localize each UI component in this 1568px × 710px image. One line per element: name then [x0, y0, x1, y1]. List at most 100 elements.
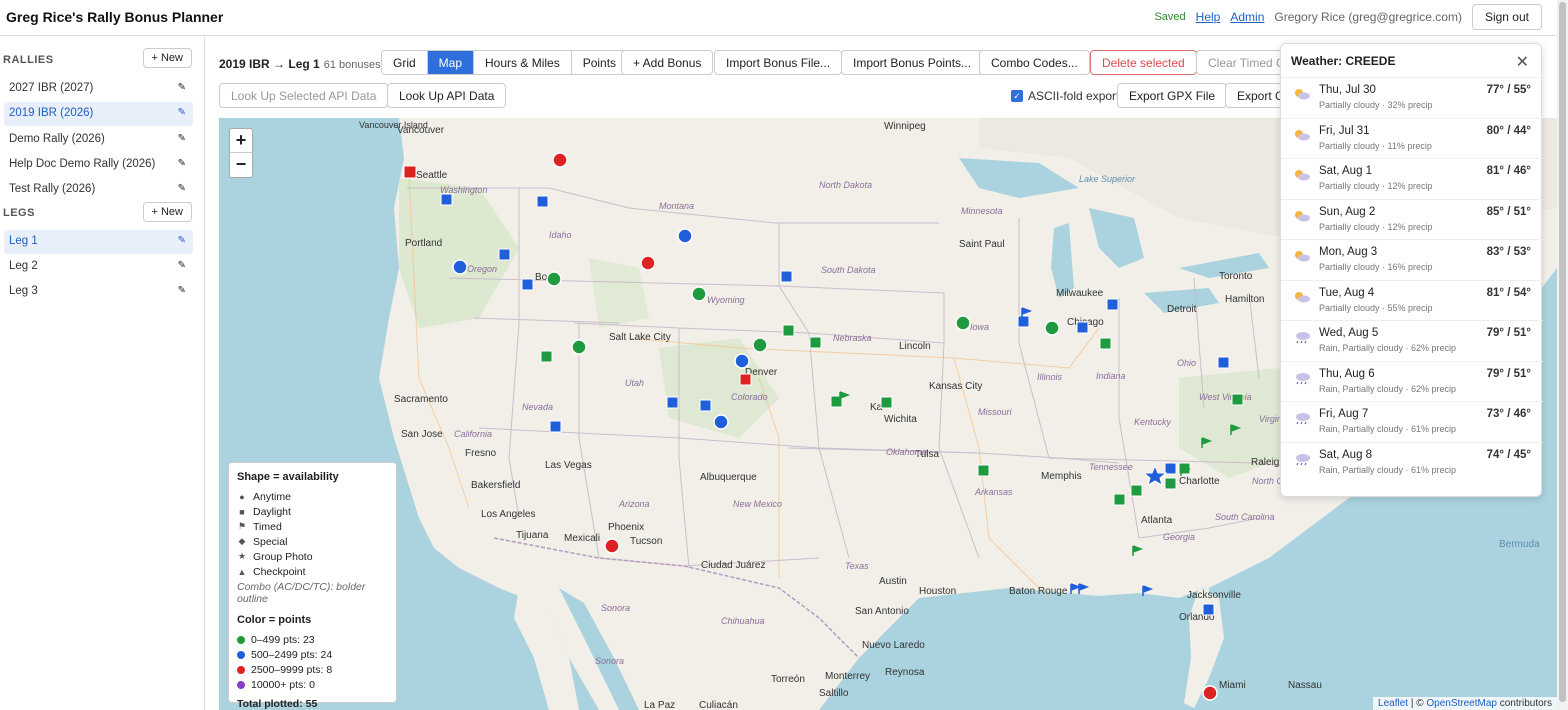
- leg-item[interactable]: Leg 3 ✎: [4, 280, 193, 304]
- app-title: Greg Rice's Rally Bonus Planner: [6, 9, 224, 25]
- rally-item[interactable]: Demo Rally (2026) ✎: [4, 128, 193, 152]
- pencil-icon[interactable]: ✎: [178, 82, 186, 93]
- flag-icon: ⚑: [237, 521, 247, 531]
- weather-day-row: Sun, Aug 2 Partially cloudy · 12% precip 8…: [1281, 198, 1543, 239]
- legend-shape-row: ▲ Checkpoint: [237, 564, 388, 579]
- rally-item-active[interactable]: 2019 IBR (2026) ✎: [4, 102, 193, 126]
- pencil-icon[interactable]: ✎: [178, 158, 186, 169]
- weather-day-row: Fri, Jul 31 Partially cloudy · 11% precip…: [1281, 117, 1543, 158]
- bonus-count: 61 bonuses: [323, 59, 381, 71]
- legend-shape-label: Anytime: [253, 490, 291, 503]
- partly-cloudy-icon: [1295, 210, 1310, 221]
- leaflet-link[interactable]: Leaflet: [1378, 698, 1408, 709]
- rain-icon: [1296, 372, 1310, 384]
- leg-item-label: Leg 2: [9, 260, 38, 272]
- osm-link[interactable]: OpenStreetMap: [1426, 698, 1497, 709]
- ascii-fold-toggle[interactable]: ✓ ASCII-fold export: [1011, 89, 1119, 103]
- bonus-marker: [540, 350, 553, 363]
- bonus-marker: [1044, 320, 1060, 336]
- circle-icon: ●: [239, 491, 245, 502]
- legend-shape-row: ★ Group Photo: [237, 549, 388, 564]
- pencil-icon[interactable]: ✎: [178, 133, 186, 144]
- bonus-marker: [552, 152, 568, 168]
- import-bonus-file-button[interactable]: Import Bonus File...: [714, 50, 843, 75]
- bonus-marker: [713, 414, 729, 430]
- bonus-marker: [977, 464, 990, 477]
- breadcrumb-text: 2019 IBR → Leg 1: [219, 57, 320, 71]
- partly-cloudy-icon: [1295, 291, 1310, 302]
- pencil-icon[interactable]: ✎: [178, 183, 186, 194]
- legend-shape-label: Special: [253, 535, 288, 548]
- rally-item[interactable]: 2027 IBR (2027) ✎: [4, 77, 193, 101]
- bonus-marker: [1130, 484, 1143, 497]
- bonus-marker: [780, 270, 793, 283]
- pencil-icon[interactable]: ✎: [178, 235, 186, 246]
- legend-shape-row: ⚑ Timed: [237, 519, 388, 534]
- weather-day: Fri, Aug 7: [1319, 408, 1369, 420]
- rain-icon: [1296, 413, 1310, 425]
- weather-day-row: Wed, Aug 5 Rain, Partially cloudy · 62% p…: [1281, 320, 1543, 360]
- zoom-out-button[interactable]: −: [230, 153, 252, 177]
- export-gpx-button[interactable]: Export GPX File: [1117, 83, 1228, 108]
- legend-color-row: 10000+ pts: 0: [237, 677, 388, 692]
- rally-item[interactable]: Help Doc Demo Rally (2026) ✎: [4, 153, 193, 177]
- rain-icon: [1296, 332, 1310, 344]
- zoom-in-button[interactable]: +: [230, 129, 252, 153]
- tab-grid[interactable]: Grid: [382, 51, 428, 74]
- legend-color-label: 500–2499 pts: 24: [251, 648, 333, 661]
- weather-temp: 74° / 45°: [1486, 448, 1531, 461]
- zoom-control: + −: [229, 128, 253, 178]
- admin-link[interactable]: Admin: [1230, 10, 1264, 24]
- pencil-icon[interactable]: ✎: [178, 107, 186, 118]
- bonus-marker: [440, 193, 453, 206]
- legend-color-label: 2500–9999 pts: 8: [251, 663, 333, 676]
- checkbox-checked-icon[interactable]: ✓: [1011, 90, 1023, 102]
- scrollbar-thumb[interactable]: [1559, 2, 1566, 702]
- weather-title: Weather: CREEDE: [1291, 54, 1396, 68]
- weather-day: Wed, Aug 5: [1319, 327, 1379, 339]
- page-scrollbar[interactable]: [1557, 0, 1568, 710]
- tab-hours-miles[interactable]: Hours & Miles: [474, 51, 572, 74]
- import-bonus-points-button[interactable]: Import Bonus Points...: [841, 50, 984, 75]
- weather-temp: 83° / 53°: [1486, 246, 1531, 258]
- bonus-marker: [1230, 424, 1242, 435]
- weather-condition: Rain, Partially cloudy · 62% precip: [1319, 383, 1457, 394]
- bonus-marker: [699, 399, 712, 412]
- leg-item[interactable]: Leg 2 ✎: [4, 255, 193, 279]
- rally-item-label: Help Doc Demo Rally (2026): [9, 158, 156, 170]
- add-bonus-button[interactable]: + Add Bonus: [621, 50, 714, 75]
- clear-timed-button[interactable]: Clear Timed Co: [1196, 50, 1280, 75]
- new-leg-button[interactable]: + New: [142, 202, 192, 222]
- pencil-icon[interactable]: ✎: [178, 260, 186, 271]
- leg-item-active[interactable]: Leg 1 ✎: [4, 230, 193, 254]
- pencil-icon[interactable]: ✎: [178, 285, 186, 296]
- leg-item-label: Leg 1: [9, 235, 38, 247]
- export-g-button[interactable]: Export G: [1225, 83, 1280, 108]
- tab-map[interactable]: Map: [427, 51, 475, 74]
- new-rally-button[interactable]: + New: [142, 48, 192, 68]
- close-icon[interactable]: ✕: [1516, 52, 1529, 72]
- weather-day-row: Tue, Aug 4 Partially cloudy · 55% precip 8…: [1281, 279, 1543, 320]
- weather-condition: Rain, Partially cloudy · 61% precip: [1319, 464, 1457, 475]
- sidebar: RALLIES + New 2027 IBR (2027) ✎ 2019 IBR…: [0, 37, 205, 710]
- tab-points[interactable]: Points: [571, 51, 628, 74]
- legend-color-label: 10000+ pts: 0: [251, 678, 315, 691]
- sign-out-button[interactable]: Sign out: [1471, 4, 1542, 30]
- bonus-marker: [1201, 437, 1213, 448]
- lookup-api-button[interactable]: Look Up API Data: [387, 83, 507, 108]
- attribution-separator: | ©: [1408, 698, 1427, 709]
- help-link[interactable]: Help: [1196, 10, 1221, 24]
- weather-condition: Partially cloudy · 55% precip: [1319, 302, 1433, 313]
- bonus-marker: [880, 396, 893, 409]
- lookup-selected-api-button[interactable]: Look Up Selected API Data: [219, 83, 389, 108]
- weather-temp: 79° / 51°: [1486, 327, 1531, 339]
- delete-selected-button[interactable]: Delete selected: [1090, 50, 1197, 75]
- weather-day: Mon, Aug 3: [1319, 246, 1378, 258]
- red-dot-icon: [237, 665, 245, 674]
- rally-item-label: Test Rally (2026): [9, 183, 96, 195]
- weather-temp: 85° / 51°: [1486, 205, 1531, 218]
- bonus-marker: [1078, 583, 1090, 594]
- combo-codes-button[interactable]: Combo Codes...: [979, 50, 1090, 75]
- weather-day: Tue, Aug 4: [1319, 286, 1375, 299]
- rally-item[interactable]: Test Rally (2026) ✎: [4, 178, 193, 202]
